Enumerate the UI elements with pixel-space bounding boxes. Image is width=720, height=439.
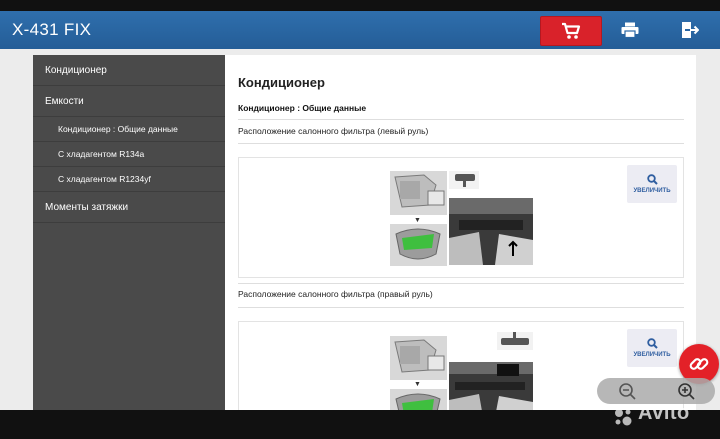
divider: [238, 307, 684, 308]
sidebar-item-capacities[interactable]: Емкости: [33, 86, 225, 117]
zoom-out-button[interactable]: [597, 378, 656, 404]
print-button[interactable]: [611, 16, 649, 44]
divider: [238, 143, 684, 144]
divider: [238, 119, 684, 120]
sidebar-item-r1234yf[interactable]: С хладагентом R1234yf: [33, 167, 225, 192]
status-bar: [0, 0, 720, 11]
exit-button[interactable]: [671, 16, 709, 44]
zoom-in-icon: [677, 383, 695, 400]
section-label-left: Расположение салонного фильтра (левый ру…: [238, 126, 429, 136]
zoom-out-icon: [618, 383, 636, 400]
main-panel: Кондиционер Кондиционер : Общие данные Р…: [225, 55, 696, 417]
sidebar-item-label: Моменты затяжки: [45, 201, 129, 213]
sidebar-item-conditioner[interactable]: Кондиционер: [33, 55, 225, 86]
cart-icon: [562, 22, 581, 39]
zoom-control: [597, 378, 715, 404]
arrow-down-icon: ▼: [414, 217, 421, 224]
zoom-button-right[interactable]: УВЕЛИЧИТЬ: [627, 329, 677, 367]
sidebar-item-r134a[interactable]: С хладагентом R134a: [33, 142, 225, 167]
avito-watermark: Avito: [638, 402, 690, 424]
zoom-label: УВЕЛИЧИТЬ: [633, 188, 671, 194]
image-card-left: ▼ УВЕЛИЧИТЬ: [238, 157, 684, 278]
link-icon: [689, 358, 709, 370]
sidebar-item-label: С хладагентом R134a: [58, 149, 145, 159]
section-subtitle: Кондиционер : Общие данные: [238, 103, 367, 113]
dashboard-photo: [449, 362, 533, 417]
magnifier-icon: [646, 338, 658, 349]
magnifier-icon: [646, 174, 658, 185]
sidebar-item-label: Емкости: [45, 95, 84, 107]
filter-diagram-bottom: [390, 224, 447, 266]
sidebar-item-label: С хладагентом R1234yf: [58, 174, 151, 184]
printer-icon: [621, 22, 639, 38]
filter-diagram-top: [390, 336, 447, 380]
section-label-right: Расположение салонного фильтра (правый р…: [238, 289, 433, 299]
exit-icon: [682, 22, 699, 38]
dashboard-photo: [449, 198, 533, 265]
avito-logo-icon: [615, 409, 632, 426]
arrow-down-icon: ▼: [414, 381, 421, 388]
sidebar-item-label: Кондиционер: [45, 64, 107, 76]
sidebar-item-general-data[interactable]: Кондиционер : Общие данные: [33, 117, 225, 142]
app-title: X-431 FIX: [12, 20, 92, 39]
zoom-button-left[interactable]: УВЕЛИЧИТЬ: [627, 165, 677, 203]
filter-diagram-top: [390, 171, 447, 215]
sidebar-item-label: Кондиционер : Общие данные: [58, 124, 178, 134]
sidebar: Кондиционер Емкости Кондиционер : Общие …: [33, 55, 225, 410]
zoom-in-button[interactable]: [656, 378, 715, 404]
divider: [238, 283, 684, 284]
zoom-label: УВЕЛИЧИТЬ: [633, 352, 671, 358]
sidebar-item-torques[interactable]: Моменты затяжки: [33, 192, 225, 223]
mirror-image: [449, 171, 479, 189]
cart-button[interactable]: [540, 16, 602, 46]
mirror-image: [497, 332, 533, 350]
page-title: Кондиционер: [238, 75, 325, 90]
